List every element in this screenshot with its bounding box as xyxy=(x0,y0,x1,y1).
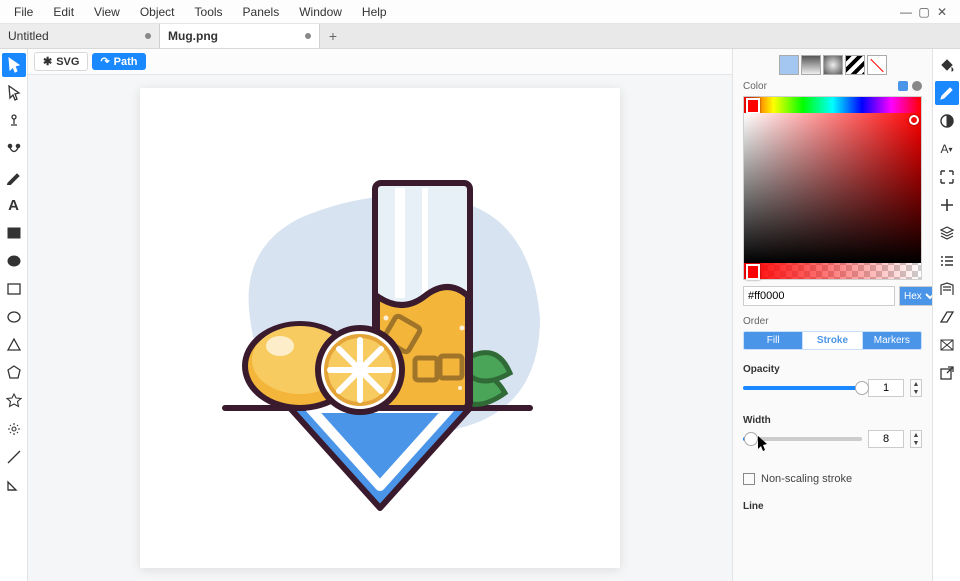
menu-bar: File Edit View Object Tools Panels Windo… xyxy=(0,0,960,24)
polygon-tool[interactable] xyxy=(2,361,26,385)
canvas-toolbar: ✱ SVG ↷ Path xyxy=(28,49,732,75)
color-chip-previous-icon[interactable] xyxy=(912,81,922,91)
arc-tool[interactable] xyxy=(2,473,26,497)
document-tab-label: Untitled xyxy=(8,29,49,43)
fill-linear-swatch[interactable] xyxy=(801,55,821,75)
fill-none-swatch[interactable] xyxy=(867,55,887,75)
focus-icon[interactable] xyxy=(935,165,959,189)
canvas-area[interactable] xyxy=(28,75,732,581)
dirty-indicator-icon xyxy=(145,33,151,39)
skew-icon[interactable] xyxy=(935,305,959,329)
width-section-label: Width xyxy=(743,415,922,426)
color-format-select[interactable]: Hex xyxy=(899,286,932,306)
maximize-button[interactable]: ▢ xyxy=(916,4,932,20)
canvas-column: ✱ SVG ↷ Path xyxy=(28,49,732,581)
layers-icon[interactable] xyxy=(935,221,959,245)
export-icon[interactable] xyxy=(935,361,959,385)
fill-pattern-swatch[interactable] xyxy=(845,55,865,75)
saturation-value-plane[interactable] xyxy=(744,113,921,263)
direct-select-tool[interactable] xyxy=(2,81,26,105)
select-tool[interactable] xyxy=(2,53,26,77)
color-chip-current-icon[interactable] xyxy=(898,81,908,91)
artboard[interactable] xyxy=(140,88,620,568)
paint-order-segment: Fill Stroke Markers xyxy=(743,331,922,350)
menu-object[interactable]: Object xyxy=(130,0,185,23)
line-tool[interactable] xyxy=(2,445,26,469)
list-icon[interactable] xyxy=(935,249,959,273)
sv-thumb[interactable] xyxy=(909,115,919,125)
library-icon[interactable] xyxy=(935,277,959,301)
canvas-mode-label: Path xyxy=(114,56,138,68)
menu-view[interactable]: View xyxy=(84,0,130,23)
ellipse-outline-tool[interactable] xyxy=(2,305,26,329)
alpha-slider[interactable] xyxy=(744,263,921,279)
ellipse-tool[interactable] xyxy=(2,249,26,273)
color-section-label: Color xyxy=(743,81,922,92)
opacity-input[interactable] xyxy=(868,379,904,397)
spiral-tool[interactable] xyxy=(2,417,26,441)
triangle-tool[interactable] xyxy=(2,333,26,357)
document-tab-mug[interactable]: Mug.png xyxy=(160,24,320,48)
width-input[interactable] xyxy=(868,430,904,448)
order-markers[interactable]: Markers xyxy=(863,332,921,349)
paint-bucket-icon[interactable] xyxy=(935,53,959,77)
canvas-mode-svg[interactable]: ✱ SVG xyxy=(34,52,88,71)
document-tab-untitled[interactable]: Untitled xyxy=(0,24,160,48)
canvas-mode-path[interactable]: ↷ Path xyxy=(92,53,145,70)
text-tool[interactable]: A xyxy=(2,193,26,217)
right-toolbox: A▾ xyxy=(932,49,960,581)
dirty-indicator-icon xyxy=(305,33,311,39)
line-section-label: Line xyxy=(743,501,922,512)
rectangle-tool[interactable] xyxy=(2,221,26,245)
type-panel-icon[interactable]: A▾ xyxy=(935,137,959,161)
fill-flat-swatch[interactable] xyxy=(779,55,799,75)
path-icon: ↷ xyxy=(100,55,109,68)
fill-radial-swatch[interactable] xyxy=(823,55,843,75)
canvas-mode-label: SVG xyxy=(56,56,79,68)
opacity-slider[interactable] xyxy=(743,386,862,390)
order-section-label: Order xyxy=(743,316,922,327)
pen-tool[interactable] xyxy=(2,165,26,189)
opacity-slider-thumb[interactable] xyxy=(855,381,869,395)
hue-slider[interactable] xyxy=(744,97,921,113)
contrast-icon[interactable] xyxy=(935,109,959,133)
properties-panel: Color Hex Order Fill Stroke Markers xyxy=(732,49,932,581)
node-tool[interactable] xyxy=(2,109,26,133)
document-tab-label: Mug.png xyxy=(168,29,218,43)
fill-type-row xyxy=(743,55,922,75)
document-tab-strip: Untitled Mug.png + xyxy=(0,24,960,49)
order-fill[interactable]: Fill xyxy=(744,332,803,349)
menu-help[interactable]: Help xyxy=(352,0,397,23)
hex-input[interactable] xyxy=(743,286,895,306)
asterisk-icon: ✱ xyxy=(43,55,52,68)
curve-tool[interactable] xyxy=(2,137,26,161)
menu-edit[interactable]: Edit xyxy=(43,0,84,23)
menu-file[interactable]: File xyxy=(4,0,43,23)
menu-window[interactable]: Window xyxy=(289,0,352,23)
non-scaling-label: Non-scaling stroke xyxy=(761,473,852,485)
width-stepper[interactable]: ▲▼ xyxy=(910,430,922,448)
left-toolbox: A xyxy=(0,49,28,581)
menu-panels[interactable]: Panels xyxy=(233,0,290,23)
mouse-cursor-icon xyxy=(757,436,769,452)
close-button[interactable]: ✕ xyxy=(934,4,950,20)
brush-icon[interactable] xyxy=(935,81,959,105)
new-tab-button[interactable]: + xyxy=(320,24,346,48)
add-icon[interactable] xyxy=(935,193,959,217)
non-scaling-checkbox[interactable] xyxy=(743,473,755,485)
menu-tools[interactable]: Tools xyxy=(185,0,233,23)
star-tool[interactable] xyxy=(2,389,26,413)
opacity-stepper[interactable]: ▲▼ xyxy=(910,379,922,397)
distort-icon[interactable] xyxy=(935,333,959,357)
color-picker xyxy=(743,96,922,280)
minimize-button[interactable]: — xyxy=(898,4,914,20)
order-stroke[interactable]: Stroke xyxy=(803,332,862,349)
rect-outline-tool[interactable] xyxy=(2,277,26,301)
opacity-section-label: Opacity xyxy=(743,364,922,375)
